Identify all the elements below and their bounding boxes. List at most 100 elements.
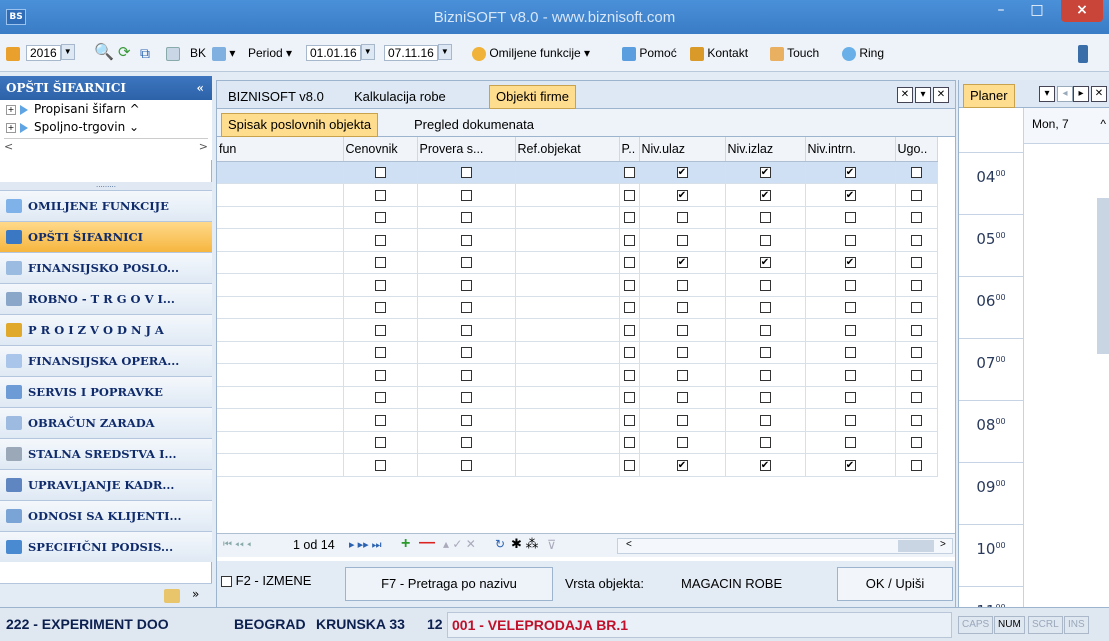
table-row[interactable] [217,363,938,387]
row-checkbox[interactable] [460,257,472,269]
filter-icon[interactable]: ✱ ⁂ [511,536,539,552]
table-cell[interactable] [515,408,620,432]
table-cell[interactable] [343,363,418,387]
date-from-input[interactable]: 01.01.16 [306,45,361,61]
minimize-button[interactable]: – [987,0,1015,22]
row-checkbox[interactable] [623,414,635,426]
row-checkbox[interactable] [623,437,635,449]
table-cell[interactable] [515,183,620,207]
row-checkbox[interactable] [460,459,472,471]
row-checkbox[interactable] [460,234,472,246]
row-checkbox[interactable] [623,459,635,471]
table-row[interactable]: ✔ ✔ ✔ [217,161,938,184]
table-row[interactable] [217,408,938,432]
document-icon[interactable] [166,44,180,64]
table-cell[interactable] [619,363,640,387]
column-header[interactable]: Niv.intrn. [805,137,896,162]
row-checkbox[interactable]: ✔ [676,459,688,471]
table-cell[interactable] [343,161,418,184]
table-cell[interactable]: ✔ [725,161,806,184]
nav-button-3[interactable]: FINANSIJSKO POSLO... [0,252,212,283]
table-cell[interactable] [343,318,418,342]
row-checkbox[interactable]: ✔ [759,167,771,179]
row-checkbox[interactable] [676,437,688,449]
table-cell[interactable] [417,431,516,454]
table-cell[interactable] [725,363,806,387]
row-checkbox[interactable]: ✔ [759,257,771,269]
table-cell[interactable] [639,386,726,409]
table-cell[interactable] [895,228,938,252]
bk-label[interactable]: BK [190,44,206,64]
table-cell[interactable] [639,341,726,364]
table-cell[interactable] [725,228,806,252]
row-checkbox[interactable] [844,437,856,449]
table-cell[interactable] [217,363,344,387]
planner-scrollbar[interactable] [1097,198,1109,354]
table-cell[interactable] [417,161,516,184]
table-cell[interactable] [515,453,620,477]
touch-button[interactable]: Touch [770,44,819,64]
calendar-icon[interactable] [6,44,20,64]
tab-kalkulacija[interactable]: Kalkulacija robe [347,85,453,109]
nav-button-1[interactable]: OMILJENE FUNKCIJE [0,190,212,221]
row-checkbox[interactable]: ✔ [676,189,688,201]
table-cell[interactable] [417,228,516,252]
nav-button-12[interactable]: SPECIFIČNI PODSIS... [0,531,212,562]
table-cell[interactable] [805,431,896,454]
table-cell[interactable] [725,206,806,229]
table-cell[interactable]: ✔ [725,453,806,477]
table-cell[interactable]: ✔ [639,453,726,477]
table-cell[interactable] [417,273,516,297]
row-checkbox[interactable] [623,302,635,314]
column-header[interactable]: Cenovnik [343,137,418,162]
row-checkbox[interactable] [676,347,688,359]
table-cell[interactable] [515,273,620,297]
row-checkbox[interactable] [759,369,771,381]
table-cell[interactable] [515,228,620,252]
table-cell[interactable] [515,431,620,454]
ring-button[interactable]: Ring [842,44,884,64]
table-cell[interactable]: ✔ [639,251,726,274]
row-checkbox[interactable] [623,324,635,336]
row-checkbox[interactable] [460,369,472,381]
table-cell[interactable] [515,206,620,229]
table-cell[interactable]: ✔ [805,183,896,207]
favorites-menu[interactable]: Omiljene funkcije ▾ [472,44,590,64]
row-checkbox[interactable]: ✔ [844,167,856,179]
funnel-icon[interactable]: ⊽ [547,537,556,552]
table-row[interactable] [217,206,938,229]
bk-settings-icon[interactable]: ▾ [212,44,235,64]
table-cell[interactable] [725,386,806,409]
row-checkbox[interactable] [460,324,472,336]
table-row[interactable]: ✔ ✔ ✔ [217,453,938,477]
tree-item[interactable]: + Spoljno-trgovin ⌄ [0,118,212,136]
table-cell[interactable] [725,273,806,297]
row-checkbox[interactable] [374,437,386,449]
f2-checkbox[interactable] [221,576,232,588]
table-cell[interactable] [217,431,344,454]
planner-next-icon[interactable]: ▸ [1073,86,1089,102]
table-cell[interactable] [417,206,516,229]
table-cell[interactable] [895,183,938,207]
row-checkbox[interactable] [759,437,771,449]
table-cell[interactable] [217,161,344,184]
row-checkbox[interactable] [374,369,386,381]
row-checkbox[interactable] [460,414,472,426]
row-checkbox[interactable] [844,279,856,291]
table-cell[interactable] [515,386,620,409]
row-checkbox[interactable] [910,212,922,224]
date-from-dropdown-icon[interactable]: ▼ [360,44,375,60]
table-cell[interactable] [515,363,620,387]
year-select[interactable]: 2016 [26,45,61,61]
folder-icon[interactable] [164,589,180,603]
row-checkbox[interactable] [374,167,386,179]
row-checkbox[interactable] [374,302,386,314]
table-row[interactable] [217,273,938,297]
row-checkbox[interactable] [374,392,386,404]
table-cell[interactable] [805,206,896,229]
row-checkbox[interactable] [623,189,635,201]
row-checkbox[interactable] [374,414,386,426]
tab-list-icon[interactable]: ▾ [915,87,931,103]
row-checkbox[interactable] [844,302,856,314]
tree-scrollbar[interactable]: < > [4,138,208,156]
